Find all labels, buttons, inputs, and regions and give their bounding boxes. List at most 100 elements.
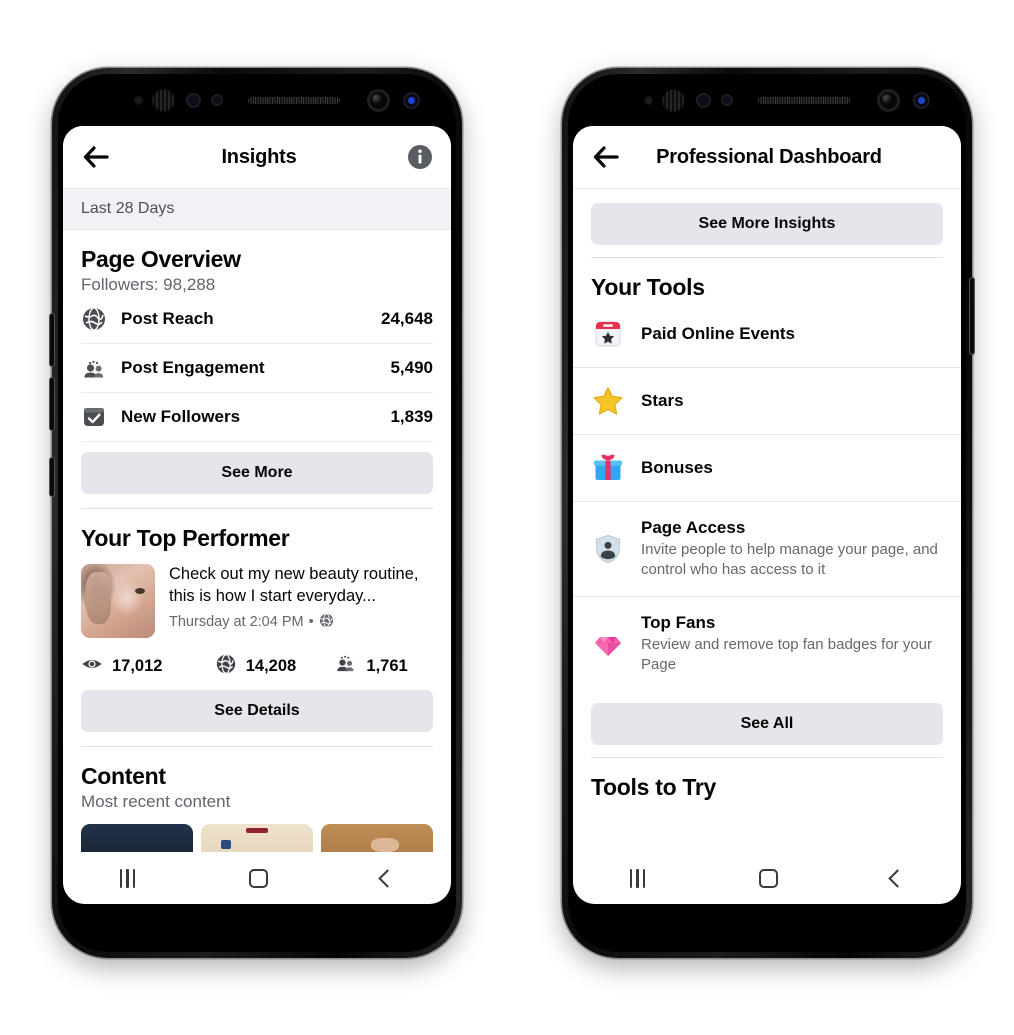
page-title: Insights (221, 145, 297, 168)
section-divider (81, 746, 433, 747)
volume-up-button[interactable] (50, 314, 54, 366)
stat-value: 1,761 (366, 656, 408, 675)
tool-name: Paid Online Events (641, 324, 795, 343)
page-title: Professional Dashboard (656, 145, 882, 168)
content-thumbnail[interactable] (321, 824, 433, 852)
back-icon[interactable] (378, 868, 397, 888)
stat-engagement: 1,761 (334, 652, 408, 680)
post-timestamp: Thursday at 2:04 PM (169, 614, 304, 631)
your-tools-title: Your Tools (591, 274, 705, 300)
tools-to-try-title: Tools to Try (591, 773, 717, 800)
content-section: Content Most recent content (63, 763, 451, 812)
device-bezel-sensors (568, 74, 966, 126)
proximity-sensor-icon (134, 95, 143, 105)
tool-description: Invite people to help manage your page, … (641, 541, 938, 578)
ir-sensor-icon (186, 92, 201, 108)
proximity-sensor-icon (644, 95, 653, 105)
post-stats-row: 17,012 14,208 1,761 (81, 652, 433, 680)
insights-header: Insights (63, 126, 451, 189)
back-arrow-icon[interactable] (591, 142, 621, 172)
meta-separator: • (308, 614, 314, 631)
recents-icon[interactable] (119, 868, 136, 888)
metric-value: 5,490 (390, 358, 433, 377)
page-overview-title: Page Overview (81, 246, 241, 272)
screen-left: Insights Last 28 Days Page Overview Foll… (63, 126, 451, 904)
content-thumbnail[interactable] (201, 824, 313, 852)
globe-icon (319, 612, 334, 632)
assistant-button[interactable] (50, 458, 54, 496)
metric-row-new-followers[interactable]: New Followers 1,839 (81, 393, 433, 442)
see-details-button[interactable]: See Details (81, 690, 433, 732)
led-indicator-icon (913, 91, 930, 109)
post-text-line-1: Check out my new beauty routine, (169, 565, 419, 583)
led-indicator-icon (403, 91, 420, 109)
post-thumbnail-image[interactable] (81, 564, 155, 638)
stat-value: 17,012 (112, 656, 163, 675)
metric-label: Post Engagement (121, 358, 265, 377)
tool-item-stars[interactable]: Stars (573, 368, 961, 435)
earpiece-speaker-icon (248, 96, 340, 104)
top-performer-title: Your Top Performer (81, 525, 290, 551)
info-icon[interactable] (407, 144, 433, 170)
power-button[interactable] (970, 278, 974, 354)
content-title: Content (81, 763, 166, 789)
tool-item-bonuses[interactable]: Bonuses (573, 435, 961, 502)
stat-value: 14,208 (245, 656, 297, 675)
eye-icon (81, 653, 103, 680)
metric-value: 1,839 (390, 407, 433, 426)
tool-name: Top Fans (641, 612, 716, 632)
globe-icon (81, 306, 107, 332)
diamond-icon (591, 627, 625, 661)
top-performer-post[interactable]: Check out my new beauty routine, this is… (81, 564, 433, 638)
metric-label: Post Reach (121, 309, 214, 328)
screen-right: Professional Dashboard See More Insights… (573, 126, 961, 904)
ir-sensor-icon (696, 92, 711, 108)
section-divider (591, 756, 943, 758)
stat-impressions: 17,012 (81, 653, 215, 680)
iris-scanner-icon (662, 88, 685, 112)
back-icon[interactable] (888, 868, 907, 888)
dashboard-header: Professional Dashboard (573, 126, 961, 189)
android-navigation-bar (63, 852, 451, 904)
device-bezel-sensors (58, 74, 456, 126)
recents-icon[interactable] (629, 868, 646, 888)
light-sensor-icon (721, 94, 733, 106)
date-range-selector[interactable]: Last 28 Days (63, 189, 451, 230)
iris-scanner-icon (152, 88, 175, 112)
page-overview-section: Page Overview Followers: 98,288 Post Rea… (63, 246, 451, 509)
tool-name: Bonuses (641, 458, 713, 477)
home-icon[interactable] (758, 868, 778, 888)
tools-list: Paid Online Events Stars Bonuses Page Ac… (573, 301, 961, 691)
android-navigation-bar (573, 852, 961, 904)
metric-row-post-engagement[interactable]: Post Engagement 5,490 (81, 344, 433, 393)
phone-device-left: Insights Last 28 Days Page Overview Foll… (50, 68, 462, 958)
see-all-button[interactable]: See All (591, 702, 943, 745)
tool-name: Stars (641, 391, 684, 410)
metric-value: 24,648 (381, 309, 433, 328)
phone-device-right: Professional Dashboard See More Insights… (562, 68, 974, 958)
globe-icon (215, 653, 237, 680)
tool-item-top-fans[interactable]: Top Fans Review and remove top fan badge… (573, 597, 961, 691)
dashboard-content: See More Insights Your Tools Paid Online… (573, 189, 961, 852)
tool-item-page-access[interactable]: Page Access Invite people to help manage… (573, 502, 961, 597)
gift-icon (591, 451, 625, 485)
tool-item-paid-online-events[interactable]: Paid Online Events (573, 301, 961, 368)
see-more-insights-button[interactable]: See More Insights (591, 203, 943, 245)
followers-count: Followers: 98,288 (81, 275, 216, 294)
metric-row-post-reach[interactable]: Post Reach 24,648 (81, 295, 433, 344)
back-arrow-icon[interactable] (81, 142, 111, 172)
insights-content: Last 28 Days Page Overview Followers: 98… (63, 189, 451, 852)
volume-down-button[interactable] (50, 378, 54, 430)
front-camera-icon (367, 88, 390, 112)
home-icon[interactable] (248, 868, 268, 888)
light-sensor-icon (211, 94, 223, 106)
section-divider (81, 508, 433, 509)
tool-name: Page Access (641, 518, 746, 537)
tools-to-try-section: Tools to Try (573, 774, 961, 801)
earpiece-speaker-icon (758, 96, 850, 104)
shield-person-icon (591, 532, 625, 566)
stat-reach: 14,208 (215, 653, 335, 680)
tool-description: Review and remove top fan badges for you… (641, 635, 932, 673)
content-thumbnail[interactable] (81, 824, 193, 852)
see-more-button[interactable]: See More (81, 452, 433, 494)
